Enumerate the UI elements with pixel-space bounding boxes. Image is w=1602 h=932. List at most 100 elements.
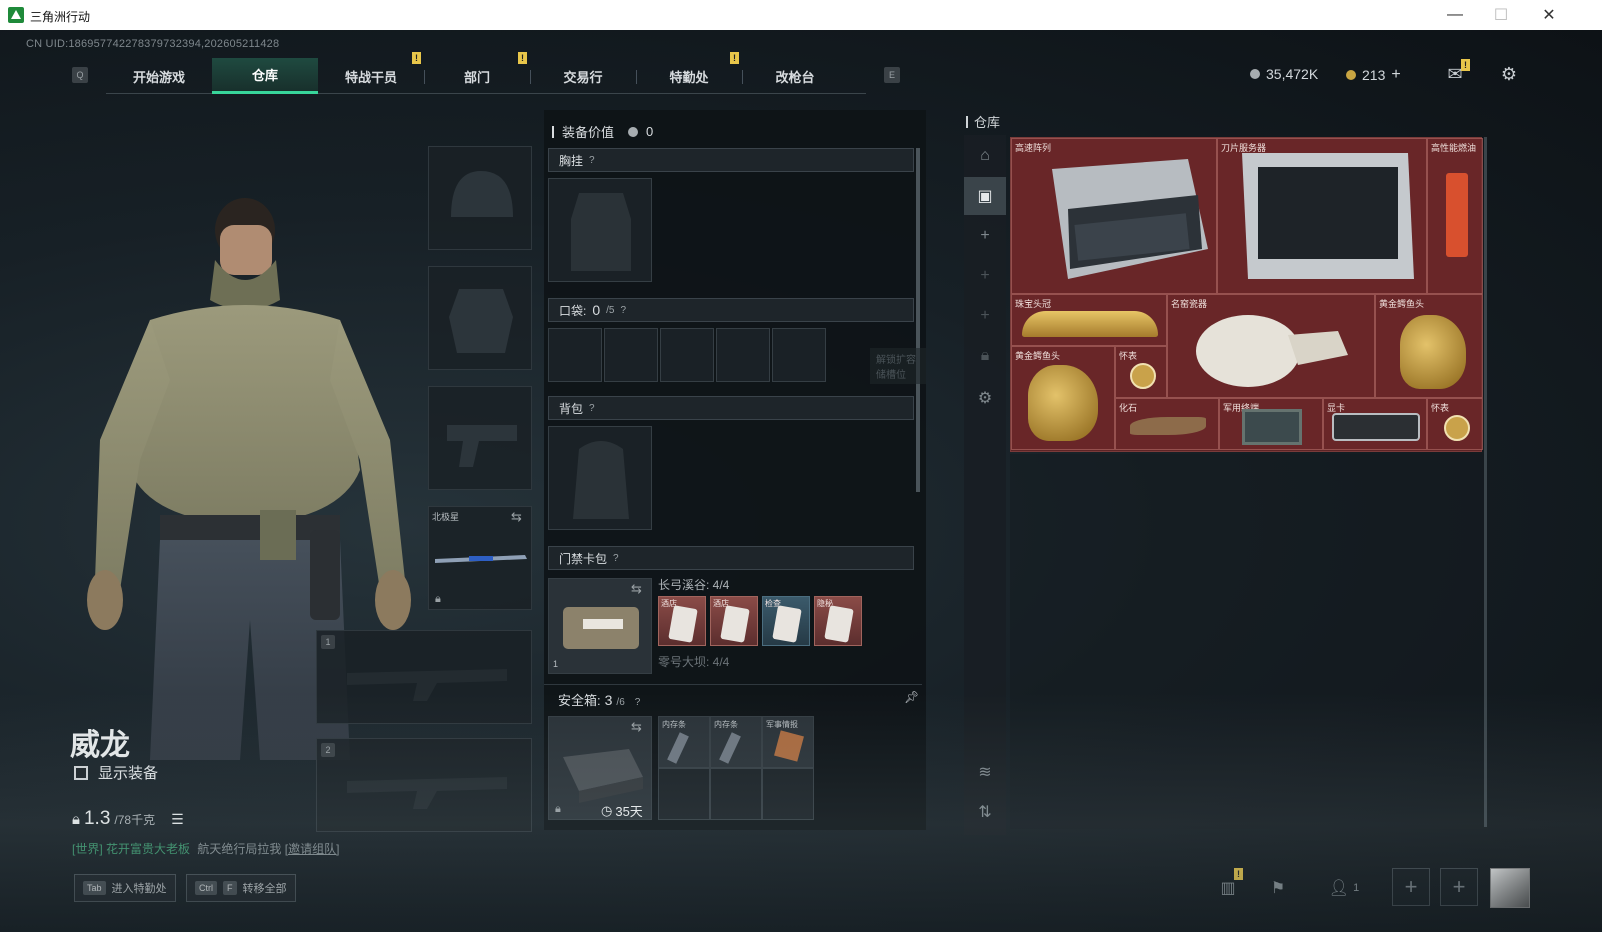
enter-special-ops-button[interactable]: Tab 进入特勤处 <box>74 874 176 902</box>
rifle-icon <box>347 669 507 701</box>
keycard-item[interactable]: 检查 <box>762 596 810 646</box>
minimize-button[interactable]: — <box>1432 0 1478 30</box>
tab-next-key[interactable]: E <box>884 67 900 83</box>
keycard-set-dam: 零号大坝: 4/4 <box>658 655 730 669</box>
warehouse-item[interactable]: 怀表 <box>1115 346 1167 398</box>
safe-duration: ◷ 35天 <box>601 802 643 820</box>
tab-department[interactable]: 部门! <box>424 52 530 94</box>
maximize-button[interactable]: ☐ <box>1478 0 1524 30</box>
primary-weapon-slot-1[interactable]: 1 <box>316 630 532 724</box>
add-page-icon[interactable]: + <box>964 257 1006 295</box>
stats-icon[interactable]: ▥! <box>1214 868 1243 902</box>
warehouse-page-icon[interactable]: ▣ <box>964 177 1006 215</box>
add-teammate-button[interactable]: + <box>1440 868 1478 906</box>
chest-rig-slot[interactable] <box>548 178 652 282</box>
add-page-icon[interactable]: + <box>964 297 1006 335</box>
slot-lock-icon: 🔒︎ <box>435 593 441 605</box>
window-titlebar: 三角洲行动 — ☐ ✕ <box>0 0 1602 30</box>
safe-item[interactable]: 军事情报 <box>762 716 814 768</box>
tab-trade[interactable]: 交易行 <box>530 58 636 94</box>
clock-icon: ◷ <box>601 802 613 818</box>
gear-icon[interactable]: ⚙ <box>1498 63 1520 85</box>
helmet-icon <box>451 171 513 217</box>
tab-start-game[interactable]: 开始游戏 <box>106 58 212 94</box>
lock-icon[interactable]: 🔒︎ <box>964 337 1006 375</box>
pocket-unlock-hint[interactable]: 解锁扩容储槽位 <box>870 348 926 384</box>
tab-prev-key[interactable]: Q <box>72 67 88 83</box>
pocket-help-icon[interactable]: ? <box>620 305 626 316</box>
warehouse-item[interactable]: 刀片服务器 <box>1217 138 1427 294</box>
safe-item[interactable]: 内存条 <box>710 716 762 768</box>
warehouse-item[interactable]: 珠宝头冠 <box>1011 294 1167 346</box>
keycard-header: 门禁卡包? <box>548 546 914 570</box>
melee-slot[interactable]: 北极星 ⇆ 🔒︎ <box>428 506 532 610</box>
warehouse-empty-area[interactable] <box>1010 454 1488 829</box>
tab-warehouse[interactable]: 仓库 <box>212 58 318 94</box>
safe-item[interactable]: 内存条 <box>658 716 710 768</box>
pocket-slot[interactable] <box>716 328 770 382</box>
pocket-header: 口袋: 0/5? <box>548 298 914 322</box>
keycard-help-icon[interactable]: ? <box>613 553 619 564</box>
weight-lock-icon: 🔒︎ <box>72 811 80 828</box>
warehouse-item[interactable]: 黄金鳄鱼头 <box>1011 346 1115 450</box>
warehouse-item[interactable]: 高性能燃油 <box>1427 138 1483 294</box>
transfer-all-button[interactable]: Ctrl F 转移全部 <box>186 874 296 902</box>
chat-invite-link[interactable]: [邀请组队] <box>285 842 340 856</box>
warehouse-item[interactable]: 显卡 <box>1323 398 1427 450</box>
warehouse-item[interactable]: 怀表 <box>1427 398 1483 450</box>
warehouse-item[interactable]: 名窑瓷器 <box>1167 294 1375 398</box>
world-chat-line[interactable]: [世界] 花开富贵大老板 航天绝行局拉我 [邀请组队] <box>72 840 339 857</box>
flag-icon[interactable]: ⚑ <box>1264 874 1292 902</box>
pocket-slot[interactable] <box>772 328 826 382</box>
tab-special-ops[interactable]: 特勤处! <box>636 52 742 94</box>
safe-empty-cell[interactable] <box>710 768 762 820</box>
backpack-slot[interactable] <box>548 426 652 530</box>
safe-empty-cell[interactable] <box>762 768 814 820</box>
keycard-item[interactable]: 隐秘 <box>814 596 862 646</box>
keycard-case-slot[interactable]: ⇆ 1 <box>548 578 652 674</box>
main-tabbar: 开始游戏 仓库 特战干员! 部门! 交易行 特勤处! 改枪台 <box>106 52 866 94</box>
pistol-icon <box>447 425 517 467</box>
friends-button[interactable]: 👤︎ 1 <box>1322 874 1366 902</box>
layers-icon[interactable]: ≋ <box>964 753 1006 791</box>
tab-operators[interactable]: 特战干员! <box>318 52 424 94</box>
close-button[interactable]: ✕ <box>1526 0 1572 30</box>
tab-gunsmith[interactable]: 改枪台 <box>742 58 848 94</box>
gear-icon[interactable]: ⚙ <box>964 379 1006 417</box>
chest-help-icon[interactable]: ? <box>589 155 595 166</box>
carry-weight: 🔒︎ 1.3 /78千克 ☰ <box>72 808 184 830</box>
armor-slot[interactable] <box>428 266 532 370</box>
warehouse-scrollbar[interactable] <box>1484 137 1487 827</box>
helmet-slot[interactable] <box>428 146 532 250</box>
warehouse-item[interactable]: 化石 <box>1115 398 1219 450</box>
keycard-item[interactable]: 酒店 <box>658 596 706 646</box>
show-equipment-toggle[interactable]: 显示装备 <box>74 762 158 783</box>
gold-currency: 213 + <box>1346 66 1401 84</box>
safe-empty-cell[interactable] <box>658 768 710 820</box>
safe-help-icon[interactable]: ? <box>635 697 641 708</box>
warehouse-home-icon[interactable]: ⌂ <box>964 137 1006 175</box>
sort-icon[interactable]: ⇅ <box>964 793 1006 831</box>
player-avatar[interactable] <box>1490 868 1530 908</box>
warehouse-item[interactable]: 军用终端 <box>1219 398 1323 450</box>
show-equipment-checkbox[interactable] <box>74 765 88 780</box>
weight-details-icon[interactable]: ☰ <box>171 811 184 828</box>
pocket-slot[interactable] <box>604 328 658 382</box>
backpack-help-icon[interactable]: ? <box>589 403 595 414</box>
safe-lock-icon: 🔒︎ <box>555 803 561 815</box>
add-teammate-button[interactable]: + <box>1392 868 1430 906</box>
pocket-slot[interactable] <box>660 328 714 382</box>
pin-icon[interactable]: 📌︎ <box>904 690 919 704</box>
warehouse-item[interactable]: 黄金鳄鱼头 <box>1375 294 1483 398</box>
mail-icon[interactable]: ✉! <box>1444 59 1470 85</box>
equipment-scrollbar[interactable] <box>916 148 920 492</box>
chat-sender[interactable]: 花开富贵大老板 <box>106 842 190 856</box>
add-page-icon[interactable]: + <box>964 217 1006 255</box>
warehouse-item[interactable]: 高速阵列 <box>1011 138 1217 294</box>
primary-weapon-slot-2[interactable]: 2 <box>316 738 532 832</box>
pocket-slot[interactable] <box>548 328 602 382</box>
keycard-item[interactable]: 酒店 <box>710 596 758 646</box>
sidearm-slot[interactable] <box>428 386 532 490</box>
add-currency-button[interactable]: + <box>1391 66 1400 84</box>
safe-box-slot[interactable]: ⇆ 🔒︎ ◷ 35天 <box>548 716 652 820</box>
